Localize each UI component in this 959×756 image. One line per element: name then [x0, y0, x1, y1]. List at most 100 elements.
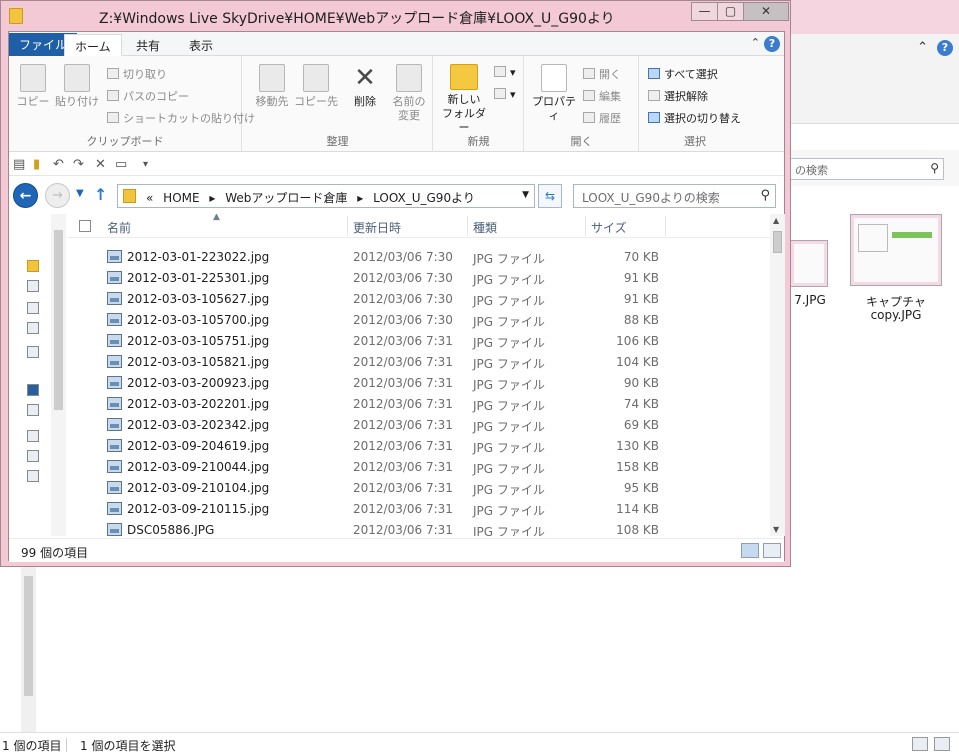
scroll-down-icon[interactable]: ▼	[773, 525, 779, 534]
file-list-scrollbar[interactable]: ▲ ▼	[770, 214, 785, 536]
table-row[interactable]: 2012-03-03-202342.jpg 2012/03/06 7:31 JPG …	[67, 415, 770, 436]
maximize-button[interactable]: ▢	[717, 2, 744, 21]
folder-icon[interactable]	[9, 8, 23, 24]
breadcrumb-current[interactable]: LOOX_U_G90より	[373, 191, 475, 205]
title-bar[interactable]: Z:¥Windows Live SkyDrive¥HOME¥Webアップロード倉…	[1, 1, 790, 31]
minimize-button[interactable]: —	[691, 2, 718, 21]
details-view-icon[interactable]	[912, 737, 928, 751]
refresh-button[interactable]: ⇆	[538, 184, 562, 208]
new-folder-button[interactable]: 新しい フォルダー	[438, 64, 490, 135]
table-row[interactable]: 2012-03-09-204619.jpg 2012/03/06 7:31 JPG …	[67, 436, 770, 457]
breadcrumb-overflow[interactable]: «	[146, 191, 153, 205]
thumbnail-caption-line2[interactable]: copy.JPG	[846, 308, 946, 322]
edit-button[interactable]: 編集	[583, 88, 621, 104]
tab-share[interactable]: 共有	[126, 34, 170, 56]
thumbnail-caption[interactable]: 7.JPG	[790, 293, 830, 307]
move-to-button[interactable]: 移動先	[249, 64, 295, 109]
computer-icon[interactable]	[27, 384, 39, 396]
easy-access-button[interactable]: ▾	[494, 88, 516, 101]
paste-shortcut-button[interactable]: ショートカットの貼り付け	[107, 110, 255, 126]
navigation-pane-scrollbar[interactable]	[51, 214, 66, 536]
properties-icon[interactable]: ▤	[13, 157, 25, 172]
large-icons-view-icon[interactable]	[934, 737, 950, 751]
table-row[interactable]: 2012-03-03-105700.jpg 2012/03/06 7:30 JPG …	[67, 310, 770, 331]
new-item-button[interactable]: ▾	[494, 66, 516, 79]
search-input[interactable]: LOOX_U_G90よりの検索 ⚲	[573, 184, 776, 208]
thumbnail-image[interactable]	[790, 240, 828, 287]
scrollbar-thumb[interactable]	[773, 231, 782, 253]
table-row[interactable]: 2012-03-03-105627.jpg 2012/03/06 7:30 JPG …	[67, 289, 770, 310]
rename-button[interactable]: 名前の 変更	[389, 64, 429, 123]
table-row[interactable]: 2012-03-09-210104.jpg 2012/03/06 7:31 JPG …	[67, 478, 770, 499]
ribbon-collapse-icon[interactable]: ⌃	[751, 36, 760, 49]
library-icon[interactable]	[27, 346, 39, 358]
open-button[interactable]: 開く	[583, 66, 621, 82]
redo-icon[interactable]: ↷	[73, 157, 84, 172]
delete-icon[interactable]: ✕	[95, 157, 106, 172]
cut-button[interactable]: 切り取り	[107, 66, 167, 82]
table-row[interactable]: 2012-03-01-225301.jpg 2012/03/06 7:30 JPG …	[67, 268, 770, 289]
breadcrumb-home[interactable]: HOME	[163, 191, 199, 205]
recent-locations-icon[interactable]: ▼	[76, 188, 84, 199]
table-row[interactable]: 2012-03-09-210115.jpg 2012/03/06 7:31 JPG …	[67, 499, 770, 520]
invert-selection-button[interactable]: 選択の切り替え	[648, 110, 741, 126]
column-date[interactable]: 更新日時	[353, 219, 401, 236]
up-arrow-icon[interactable]: ↑	[94, 185, 107, 204]
table-row[interactable]: 2012-03-03-202201.jpg 2012/03/06 7:31 JPG …	[67, 394, 770, 415]
column-name[interactable]: 名前	[107, 219, 131, 236]
tab-view[interactable]: 表示	[179, 34, 223, 56]
breadcrumb-separator[interactable]: ▸	[357, 191, 363, 205]
drive-icon[interactable]	[27, 430, 39, 442]
scrollbar-thumb[interactable]	[54, 230, 63, 410]
tab-home[interactable]: ホーム	[64, 34, 122, 56]
new-folder-icon[interactable]: ▮	[33, 157, 40, 172]
column-size[interactable]: サイズ	[591, 219, 627, 236]
large-icons-view-icon[interactable]	[763, 543, 781, 558]
breadcrumb-web-upload[interactable]: Webアップロード倉庫	[225, 191, 347, 205]
favorites-icon[interactable]	[27, 260, 39, 272]
table-row[interactable]: 2012-03-03-200923.jpg 2012/03/06 7:31 JPG …	[67, 373, 770, 394]
library-icon[interactable]	[27, 280, 39, 292]
rename-icon[interactable]: ▭	[115, 157, 127, 172]
search-icon[interactable]: ⚲	[760, 188, 770, 203]
address-dropdown-icon[interactable]: ▼	[522, 190, 529, 200]
select-all-checkbox[interactable]	[79, 220, 91, 232]
customize-toolbar-icon[interactable]: ▾	[143, 159, 148, 170]
table-row[interactable]: 2012-03-01-223022.jpg 2012/03/06 7:30 JPG …	[67, 247, 770, 268]
background-scrollbar[interactable]	[21, 566, 36, 732]
library-icon[interactable]	[27, 322, 39, 334]
drive-icon[interactable]	[27, 470, 39, 482]
background-search-input[interactable]: の検索 ⚲	[790, 158, 944, 180]
properties-button[interactable]: プロパティ	[529, 64, 579, 123]
forward-button[interactable]: →	[45, 183, 70, 208]
background-help-icon[interactable]: ?	[937, 40, 953, 56]
table-row[interactable]: 2012-03-09-210044.jpg 2012/03/06 7:31 JPG …	[67, 457, 770, 478]
undo-icon[interactable]: ↶	[53, 157, 64, 172]
history-button[interactable]: 履歴	[583, 110, 621, 126]
library-icon[interactable]	[27, 302, 39, 314]
drive-icon[interactable]	[27, 404, 39, 416]
table-row[interactable]: 2012-03-03-105751.jpg 2012/03/06 7:31 JPG …	[67, 331, 770, 352]
copy-to-button[interactable]: コピー先	[293, 64, 339, 109]
background-ribbon-collapse-icon[interactable]: ⌃	[917, 40, 928, 55]
search-icon[interactable]: ⚲	[930, 161, 939, 175]
table-row[interactable]: DSC05886.JPG 2012/03/06 7:31 JPG ファイル 108 K…	[67, 520, 770, 536]
column-type[interactable]: 種類	[473, 219, 497, 236]
help-icon[interactable]: ?	[764, 36, 780, 52]
back-button[interactable]: ←	[13, 183, 38, 208]
details-view-icon[interactable]	[741, 543, 759, 558]
image-file-icon	[107, 460, 122, 473]
select-all-button[interactable]: すべて選択	[648, 66, 718, 82]
thumbnail-image[interactable]	[850, 214, 942, 286]
select-none-button[interactable]: 選択解除	[648, 88, 708, 104]
paste-button[interactable]: 貼り付け	[53, 64, 101, 109]
delete-button[interactable]: ✕ 削除	[345, 64, 385, 109]
copy-button[interactable]: コピー	[15, 64, 51, 109]
close-button[interactable]: ✕	[743, 2, 789, 21]
table-row[interactable]: 2012-03-03-105821.jpg 2012/03/06 7:31 JPG …	[67, 352, 770, 373]
address-bar[interactable]: « HOME ▸ Webアップロード倉庫 ▸ LOOX_U_G90より ▼	[117, 184, 535, 208]
scroll-up-icon[interactable]: ▲	[773, 216, 779, 225]
drive-icon[interactable]	[27, 450, 39, 462]
breadcrumb-separator[interactable]: ▸	[209, 191, 215, 205]
copy-path-button[interactable]: パスのコピー	[107, 88, 189, 104]
